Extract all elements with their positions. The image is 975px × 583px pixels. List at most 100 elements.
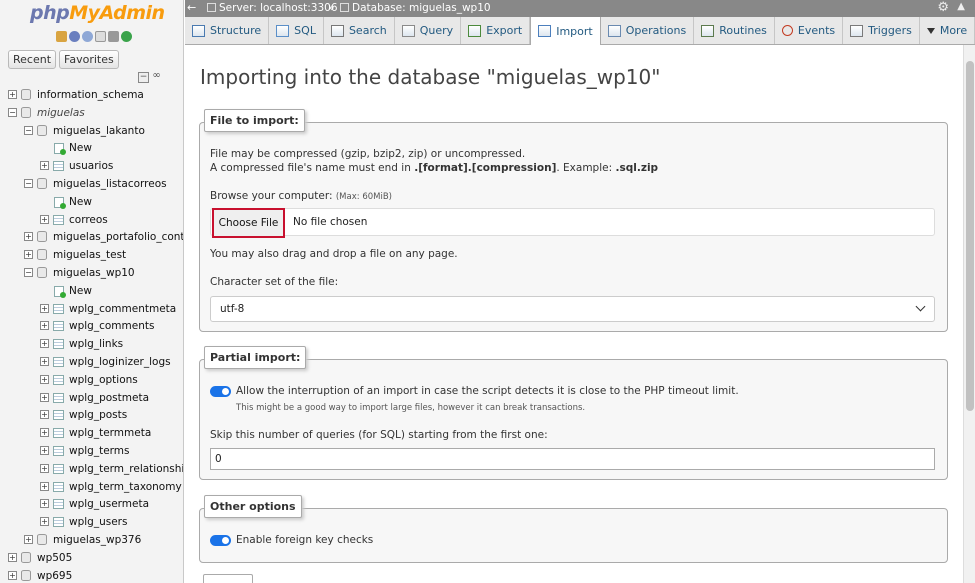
expand-icon[interactable]: + [40, 374, 49, 384]
tree-item-label[interactable]: wplg_commentmeta [69, 303, 176, 315]
tab-more[interactable]: More [920, 17, 975, 44]
tree-item-label[interactable]: wplg_links [69, 338, 123, 350]
tab-events[interactable]: Events [775, 17, 844, 44]
help-icon[interactable] [82, 31, 93, 42]
tree-table-item[interactable]: + wplg_term_relationships [0, 460, 183, 478]
tree-table-item[interactable]: + wplg_users [0, 513, 183, 531]
tree-item-label[interactable]: miguelas_test [53, 249, 126, 261]
tree-item-label[interactable]: wplg_terms [69, 445, 130, 457]
tree-item-label[interactable]: wplg_termmeta [69, 427, 151, 439]
tree-database-item[interactable]: + wp695 [0, 567, 183, 583]
expand-icon[interactable]: + [8, 570, 17, 580]
collapse-icon[interactable]: − [24, 178, 33, 188]
breadcrumb-server[interactable]: Server: localhost:3306 [207, 2, 338, 14]
tree-table-item[interactable]: + correos [0, 211, 183, 229]
tree-database-item[interactable]: − miguelas_listacorreos [0, 175, 183, 193]
tree-item-label[interactable]: wplg_options [69, 374, 138, 386]
tree-database-item[interactable]: + wp505 [0, 549, 183, 567]
tree-database-item[interactable]: + miguelas_portafolio_contacts [0, 228, 183, 246]
tree-item-label[interactable]: wplg_postmeta [69, 392, 149, 404]
foreign-key-checks-toggle[interactable] [210, 535, 231, 546]
expand-icon[interactable]: + [40, 481, 49, 491]
scrollbar-thumb[interactable] [966, 61, 974, 411]
expand-icon[interactable]: + [40, 517, 49, 527]
tree-new-item[interactable]: New [0, 282, 183, 300]
tree-database-item[interactable]: − miguelas_wp10 [0, 264, 183, 282]
tab-query[interactable]: Query [395, 17, 462, 44]
collapse-navigation-icon[interactable]: ← [187, 1, 199, 15]
menu-collapse-icon[interactable]: ▲ [957, 1, 965, 12]
expand-icon[interactable]: + [40, 356, 49, 366]
tree-table-item[interactable]: + wplg_term_taxonomy [0, 478, 183, 496]
allow-interrupt-toggle[interactable] [210, 386, 231, 397]
expand-icon[interactable]: + [8, 90, 17, 99]
link-with-main-icon[interactable]: ∞ [151, 71, 162, 83]
tree-item-label[interactable]: New [69, 142, 92, 154]
expand-icon[interactable]: + [40, 339, 49, 349]
tab-triggers[interactable]: Triggers [843, 17, 920, 44]
tree-item-label[interactable]: New [69, 285, 92, 297]
expand-icon[interactable]: + [40, 428, 49, 438]
tab-sql[interactable]: SQL [269, 17, 324, 44]
tree-table-item[interactable]: + wplg_usermeta [0, 495, 183, 513]
docs-icon[interactable] [95, 31, 106, 42]
tree-table-item[interactable]: + wplg_links [0, 335, 183, 353]
collapse-all-icon[interactable]: − [138, 72, 149, 83]
tree-table-item[interactable]: + wplg_posts [0, 406, 183, 424]
recent-tables-button[interactable]: Recent [8, 50, 57, 69]
tree-item-label[interactable]: miguelas [37, 107, 85, 119]
logout-icon[interactable] [69, 31, 80, 42]
tree-item-label[interactable]: wp695 [37, 570, 72, 582]
tab-operations[interactable]: Operations [601, 17, 695, 44]
tree-new-item[interactable]: New [0, 193, 183, 211]
home-icon[interactable] [56, 31, 67, 42]
tab-routines[interactable]: Routines [694, 17, 775, 44]
expand-icon[interactable]: + [40, 392, 49, 402]
tree-item-label[interactable]: usuarios [69, 160, 113, 172]
tree-item-label[interactable]: wplg_loginizer_logs [69, 356, 171, 368]
tree-database-item[interactable]: − miguelas_lakanto [0, 122, 183, 140]
tab-structure[interactable]: Structure [185, 17, 270, 44]
tree-item-label[interactable]: wplg_users [69, 516, 127, 528]
tree-database-item[interactable]: + information_schema [0, 86, 183, 104]
favorite-tables-button[interactable]: Favorites [59, 50, 119, 69]
tree-table-item[interactable]: + wplg_postmeta [0, 389, 183, 407]
tab-import[interactable]: Import [530, 17, 601, 45]
collapse-icon[interactable]: − [24, 125, 33, 135]
tree-item-label[interactable]: wplg_usermeta [69, 498, 149, 510]
expand-icon[interactable]: + [40, 463, 49, 473]
tree-item-label[interactable]: wplg_term_relationships [69, 463, 183, 475]
tree-table-item[interactable]: + wplg_terms [0, 442, 183, 460]
collapse-icon[interactable]: − [8, 107, 17, 117]
phpmyadmin-logo[interactable]: phpMyAdmin [30, 2, 165, 24]
expand-icon[interactable]: + [40, 161, 49, 171]
expand-icon[interactable]: + [24, 534, 33, 544]
expand-icon[interactable]: + [24, 250, 33, 260]
skip-queries-input[interactable]: 0 [210, 448, 935, 470]
tree-item-label[interactable]: wplg_comments [69, 320, 154, 332]
expand-icon[interactable]: + [40, 303, 49, 313]
reload-icon[interactable] [121, 31, 132, 42]
tree-item-label[interactable]: miguelas_lakanto [53, 125, 145, 137]
expand-icon[interactable]: + [40, 445, 49, 455]
tree-table-item[interactable]: + wplg_commentmeta [0, 300, 183, 318]
expand-icon[interactable]: + [40, 499, 49, 509]
expand-icon[interactable]: + [40, 321, 49, 331]
choose-file-button[interactable]: Choose File [212, 208, 285, 238]
tree-new-item[interactable]: New [0, 139, 183, 157]
tree-item-label[interactable]: miguelas_portafolio_contacts [53, 231, 183, 243]
tree-table-item[interactable]: + wplg_termmeta [0, 424, 183, 442]
expand-icon[interactable]: + [8, 552, 17, 562]
tree-item-label[interactable]: miguelas_wp376 [53, 534, 141, 546]
tree-item-label[interactable]: wplg_posts [69, 409, 127, 421]
tree-item-label[interactable]: correos [69, 214, 108, 226]
tree-database-item[interactable]: + miguelas_wp376 [0, 531, 183, 549]
tree-item-label[interactable]: miguelas_wp10 [53, 267, 135, 279]
tab-search[interactable]: Search [324, 17, 395, 44]
tree-table-item[interactable]: + usuarios [0, 157, 183, 175]
tab-export[interactable]: Export [461, 17, 531, 44]
tree-item-label[interactable]: wplg_term_taxonomy [69, 481, 182, 493]
breadcrumb-database[interactable]: Database: miguelas_wp10 [340, 2, 491, 14]
tree-table-item[interactable]: + wplg_comments [0, 317, 183, 335]
gear-icon[interactable]: ⚙ [937, 0, 949, 15]
